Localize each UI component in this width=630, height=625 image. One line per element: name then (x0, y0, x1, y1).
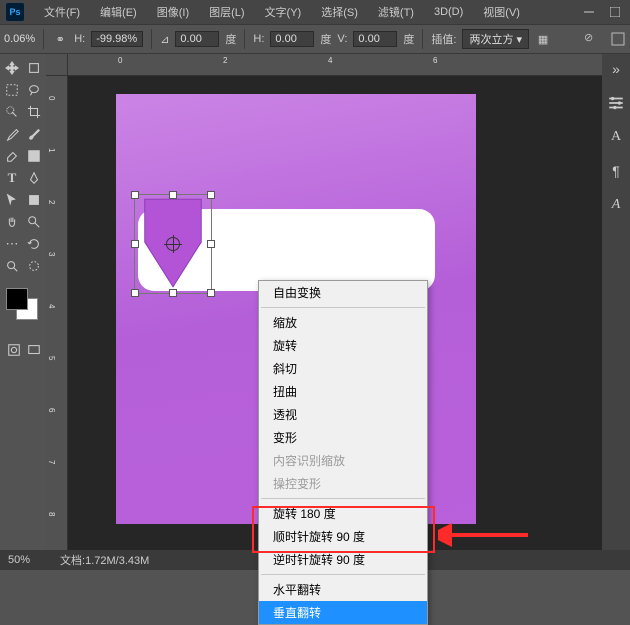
optbar-right-icons: ⊘ (584, 31, 626, 47)
transform-handle-bl[interactable] (131, 289, 139, 297)
glyph-panel-icon[interactable]: A (607, 196, 625, 214)
status-doc-info[interactable]: 文档:1.72M/3.43M (60, 552, 149, 568)
commit-icon[interactable] (610, 31, 626, 47)
annotation-arrow-icon (438, 522, 538, 548)
deg-label-1: 度 (225, 31, 236, 47)
ctx-separator (261, 307, 425, 308)
paragraph-panel-icon[interactable]: ¶ (607, 162, 625, 180)
menu-file[interactable]: 文件(F) (34, 0, 90, 24)
menu-image[interactable]: 图像(I) (147, 0, 199, 24)
move-tool-icon[interactable] (2, 58, 22, 78)
lasso-tool-icon[interactable] (24, 80, 44, 100)
transform-context-menu: 自由变换 缩放 旋转 斜切 扭曲 透视 变形 内容识别缩放 操控变形 旋转 18… (258, 280, 428, 625)
interpolation-select[interactable]: 两次立方 ▾ (462, 29, 529, 49)
angle-input[interactable] (175, 31, 219, 47)
zoom-tool-icon[interactable] (24, 212, 44, 232)
transform-handle-tm[interactable] (169, 191, 177, 199)
transform-handle-ml[interactable] (131, 240, 139, 248)
ctx-flip-vertical[interactable]: 垂直翻转 (259, 601, 427, 624)
clone-stamp-tool-icon[interactable] (24, 256, 44, 276)
eyedropper-tool-icon[interactable] (2, 124, 22, 144)
transform-handle-tl[interactable] (131, 191, 139, 199)
zoom-readout: 0.06% (4, 33, 35, 45)
skew-v-label: V: (337, 33, 347, 45)
transform-pivot-icon[interactable] (166, 237, 180, 251)
skew-h-input[interactable] (270, 31, 314, 47)
ctx-rotate-cw-90[interactable]: 顺时针旋转 90 度 (259, 525, 427, 548)
ctx-distort[interactable]: 扭曲 (259, 380, 427, 403)
transform-handle-bm[interactable] (169, 289, 177, 297)
transform-handle-tr[interactable] (207, 191, 215, 199)
window-controls (584, 7, 630, 17)
ctx-rotate-180[interactable]: 旋转 180 度 (259, 502, 427, 525)
angle-label: ⊿ (160, 33, 169, 46)
menu-3d[interactable]: 3D(D) (424, 2, 473, 22)
transform-handle-mr[interactable] (207, 240, 215, 248)
toolbox: T ⋯ (0, 54, 46, 550)
menu-layer[interactable]: 图层(L) (199, 0, 254, 24)
search-tool-icon[interactable] (2, 256, 22, 276)
h-label: H: (74, 33, 85, 45)
ctx-content-aware-scale: 内容识别缩放 (259, 449, 427, 472)
warp-icon[interactable]: ▦ (535, 31, 551, 47)
gradient-tool-icon[interactable] (24, 146, 44, 166)
options-bar: 0.06% ⚭ H: ⊿ 度 H: 度 V: 度 插值: 两次立方 ▾ ▦ (0, 24, 630, 54)
type-tool-icon[interactable]: T (2, 168, 22, 188)
menu-type[interactable]: 文字(Y) (255, 0, 312, 24)
menu-filter[interactable]: 滤镜(T) (368, 0, 424, 24)
hand-tool-icon[interactable] (2, 212, 22, 232)
ruler-corner (46, 54, 68, 76)
ctx-rotate[interactable]: 旋转 (259, 334, 427, 357)
expand-panel-icon[interactable]: » (607, 60, 625, 78)
right-panel-stub: » A ¶ A (602, 54, 630, 550)
transform-handle-br[interactable] (207, 289, 215, 297)
shape-tool-icon[interactable] (24, 190, 44, 210)
path-select-tool-icon[interactable] (2, 190, 22, 210)
menu-edit[interactable]: 编辑(E) (90, 0, 147, 24)
cancel-icon[interactable]: ⊘ (584, 31, 600, 47)
quick-mask-icon[interactable] (6, 342, 22, 358)
link-icon[interactable]: ⚭ (52, 31, 68, 47)
pen-tool-icon[interactable] (24, 168, 44, 188)
minimize-icon[interactable] (584, 7, 594, 17)
brush-tool-icon[interactable] (24, 124, 44, 144)
ruler-horizontal: 0 2 4 6 (68, 54, 602, 76)
edit-toolbar-icon[interactable]: ⋯ (2, 234, 22, 254)
ctx-separator (261, 498, 425, 499)
ctx-flip-horizontal[interactable]: 水平翻转 (259, 578, 427, 601)
ctx-scale[interactable]: 缩放 (259, 311, 427, 334)
eraser-tool-icon[interactable] (2, 146, 22, 166)
ps-logo-icon: Ps (6, 3, 24, 21)
skew-h-label: H: (253, 33, 264, 45)
interpolation-label: 插值: (431, 31, 456, 47)
ctx-free-transform[interactable]: 自由变换 (259, 281, 427, 304)
ruler-vertical: 0 1 2 3 4 5 6 7 8 (46, 76, 68, 550)
screen-mode-icon[interactable] (26, 342, 42, 358)
transform-bounding-box[interactable] (134, 194, 212, 294)
color-swatches[interactable] (2, 288, 44, 322)
adjustments-icon[interactable] (607, 94, 625, 112)
ctx-warp[interactable]: 变形 (259, 426, 427, 449)
h-scale-input[interactable] (91, 31, 143, 47)
history-brush-tool-icon[interactable] (24, 234, 44, 254)
menubar: Ps 文件(F) 编辑(E) 图像(I) 图层(L) 文字(Y) 选择(S) 滤… (0, 0, 630, 24)
foreground-color-swatch[interactable] (6, 288, 28, 310)
ctx-perspective[interactable]: 透视 (259, 403, 427, 426)
skew-v-input[interactable] (353, 31, 397, 47)
marquee-tool-icon[interactable] (2, 80, 22, 100)
menu-select[interactable]: 选择(S) (311, 0, 368, 24)
menu-view[interactable]: 视图(V) (473, 0, 530, 24)
character-panel-icon[interactable]: A (607, 128, 625, 146)
artboard-tool-icon[interactable] (24, 58, 44, 78)
ctx-skew[interactable]: 斜切 (259, 357, 427, 380)
ctx-rotate-ccw-90[interactable]: 逆时针旋转 90 度 (259, 548, 427, 571)
ctx-puppet-warp: 操控变形 (259, 472, 427, 495)
quick-select-tool-icon[interactable] (2, 102, 22, 122)
maximize-icon[interactable] (610, 7, 620, 17)
deg-label-2: 度 (320, 31, 331, 47)
status-zoom[interactable]: 50% (8, 554, 30, 566)
crop-tool-icon[interactable] (24, 102, 44, 122)
deg-label-3: 度 (403, 31, 414, 47)
ctx-separator (261, 574, 425, 575)
